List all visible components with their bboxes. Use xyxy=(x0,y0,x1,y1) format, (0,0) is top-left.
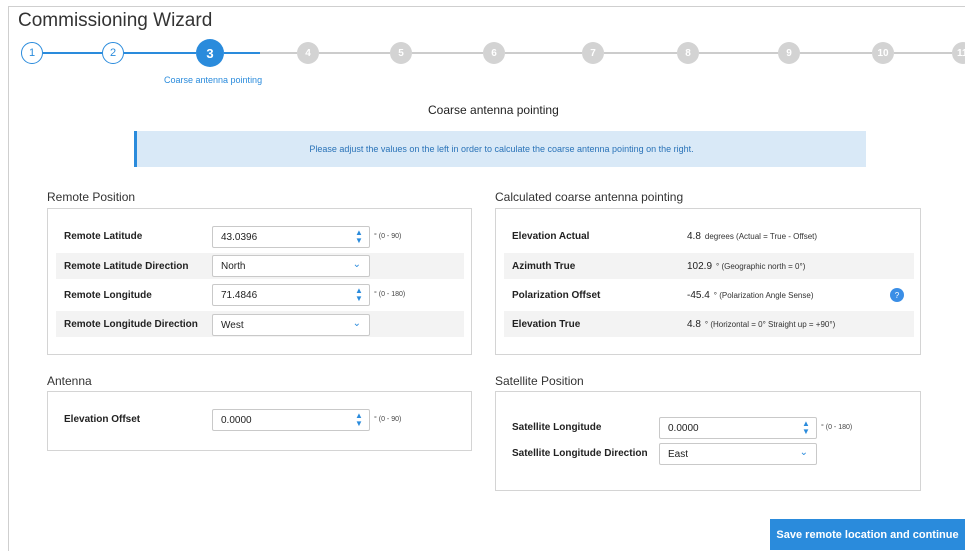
elevation-true-number: 4.8 xyxy=(687,318,701,330)
step-7: 7 xyxy=(582,42,604,64)
remote-longitude-direction-value: West xyxy=(221,320,244,331)
azimuth-true-row: Azimuth True 102.9 ° (Geographic north = … xyxy=(504,253,914,279)
step-2[interactable]: 2 xyxy=(102,42,124,64)
elevation-actual-note: degrees (Actual = True - Offset) xyxy=(704,231,818,241)
remote-position-title: Remote Position xyxy=(47,190,136,204)
step-connector xyxy=(43,52,102,54)
polarization-offset-label: Polarization Offset xyxy=(512,289,601,301)
step-connector xyxy=(224,52,260,54)
polarization-offset-number: -45.4 xyxy=(687,289,710,301)
elevation-true-value: 4.8 ° (Horizontal = 0° Straight up = +90°… xyxy=(687,319,835,330)
chevron-down-icon: ⌄ xyxy=(799,447,808,458)
elevation-offset-label: Elevation Offset xyxy=(64,413,141,425)
elevation-actual-value: 4.8 degrees (Actual = True - Offset) xyxy=(687,231,817,242)
spinner-arrows-icon[interactable]: ▲ ▼ xyxy=(801,420,811,436)
azimuth-true-note: ° (Geographic north = 0°) xyxy=(716,261,806,271)
step-connector xyxy=(319,52,390,54)
spinner-arrows-icon[interactable]: ▲ ▼ xyxy=(354,287,364,303)
step-connector xyxy=(412,52,483,54)
elevation-offset-input[interactable]: 0.0000 ▲ ▼ xyxy=(212,409,370,431)
step-6: 6 xyxy=(483,42,505,64)
remote-longitude-direction-select[interactable]: West ⌄ xyxy=(212,314,370,336)
step-8: 8 xyxy=(677,42,699,64)
satellite-longitude-input[interactable]: 0.0000 ▲ ▼ xyxy=(659,417,817,439)
step-5: 5 xyxy=(390,42,412,64)
satellite-longitude-direction-select[interactable]: East ⌄ xyxy=(659,443,817,465)
remote-longitude-value: 71.4846 xyxy=(221,290,258,301)
satellite-longitude-label: Satellite Longitude xyxy=(512,421,602,433)
step-connector xyxy=(894,52,952,54)
section-heading: Coarse antenna pointing xyxy=(428,103,559,117)
remote-longitude-range: ° (0 - 180) xyxy=(374,291,406,298)
satellite-position-title: Satellite Position xyxy=(495,374,584,388)
remote-longitude-input[interactable]: 71.4846 ▲ ▼ xyxy=(212,284,370,306)
chevron-down-icon: ⌄ xyxy=(352,259,361,270)
elevation-offset-range: ° (0 - 90) xyxy=(374,416,402,423)
step-connector xyxy=(124,52,196,54)
satellite-position-panel: Satellite Longitude 0.0000 ▲ ▼ ° (0 - 180… xyxy=(495,391,921,491)
info-banner: Please adjust the values on the left in … xyxy=(134,131,866,167)
step-3[interactable]: 3 xyxy=(196,39,224,67)
info-text: Please adjust the values on the left in … xyxy=(309,144,694,154)
step-4: 4 xyxy=(297,42,319,64)
chevron-down-icon: ⌄ xyxy=(352,318,361,329)
spinner-arrows-icon[interactable]: ▲ ▼ xyxy=(354,229,364,245)
elevation-actual-row: Elevation Actual 4.8 degrees (Actual = Tr… xyxy=(504,223,914,249)
step-1[interactable]: 1 xyxy=(21,42,43,64)
elevation-offset-value: 0.0000 xyxy=(221,415,252,426)
remote-latitude-label: Remote Latitude xyxy=(64,230,143,242)
step-connector xyxy=(699,52,778,54)
antenna-title: Antenna xyxy=(47,374,92,388)
step-11: 11 xyxy=(952,42,965,64)
elevation-actual-number: 4.8 xyxy=(687,230,701,242)
calculated-panel: Elevation Actual 4.8 degrees (Actual = Tr… xyxy=(495,208,921,355)
remote-latitude-direction-label: Remote Latitude Direction xyxy=(64,260,189,272)
step-connector xyxy=(260,52,297,54)
elevation-true-row: Elevation True 4.8 ° (Horizontal = 0° Str… xyxy=(504,311,914,337)
remote-latitude-input[interactable]: 43.0396 ▲ ▼ xyxy=(212,226,370,248)
step-10: 10 xyxy=(872,42,894,64)
polarization-offset-note: ° (Polarization Angle Sense) xyxy=(713,290,814,300)
remote-position-panel: Remote Latitude 43.0396 ▲ ▼ ° (0 - 90) Re… xyxy=(47,208,472,355)
calculated-title: Calculated coarse antenna pointing xyxy=(495,190,684,204)
step-9: 9 xyxy=(778,42,800,64)
step-connector xyxy=(505,52,582,54)
satellite-longitude-direction-label: Satellite Longitude Direction xyxy=(512,447,648,459)
save-and-continue-button[interactable]: Save remote location and continue xyxy=(770,519,965,550)
elevation-true-label: Elevation True xyxy=(512,318,581,330)
help-icon[interactable]: ? xyxy=(890,288,904,302)
polarization-offset-row: Polarization Offset -45.4 ° (Polarization… xyxy=(504,282,914,308)
remote-latitude-value: 43.0396 xyxy=(221,232,258,243)
remote-latitude-direction-value: North xyxy=(221,261,246,272)
elevation-actual-label: Elevation Actual xyxy=(512,230,590,242)
elevation-true-note: ° (Horizontal = 0° Straight up = +90°) xyxy=(704,319,836,329)
azimuth-true-number: 102.9 xyxy=(687,260,713,272)
antenna-panel: Elevation Offset 0.0000 ▲ ▼ ° (0 - 90) xyxy=(47,391,472,451)
satellite-longitude-range: ° (0 - 180) xyxy=(821,424,853,431)
polarization-offset-value: -45.4 ° (Polarization Angle Sense) xyxy=(687,290,814,301)
remote-latitude-range: ° (0 - 90) xyxy=(374,233,402,240)
remote-longitude-direction-label: Remote Longitude Direction xyxy=(64,318,198,330)
remote-latitude-direction-select[interactable]: North ⌄ xyxy=(212,255,370,277)
wizard-stepper: 1 2 3 4 5 6 7 8 9 10 11 Coarse antenna p… xyxy=(0,0,965,100)
step-connector xyxy=(604,52,677,54)
azimuth-true-value: 102.9 ° (Geographic north = 0°) xyxy=(687,261,805,272)
satellite-longitude-direction-value: East xyxy=(668,449,689,460)
remote-longitude-label: Remote Longitude xyxy=(64,289,152,301)
current-step-caption: Coarse antenna pointing xyxy=(164,75,263,85)
step-connector xyxy=(800,52,872,54)
spinner-arrows-icon[interactable]: ▲ ▼ xyxy=(354,412,364,428)
satellite-longitude-value: 0.0000 xyxy=(668,423,699,434)
azimuth-true-label: Azimuth True xyxy=(512,260,576,272)
